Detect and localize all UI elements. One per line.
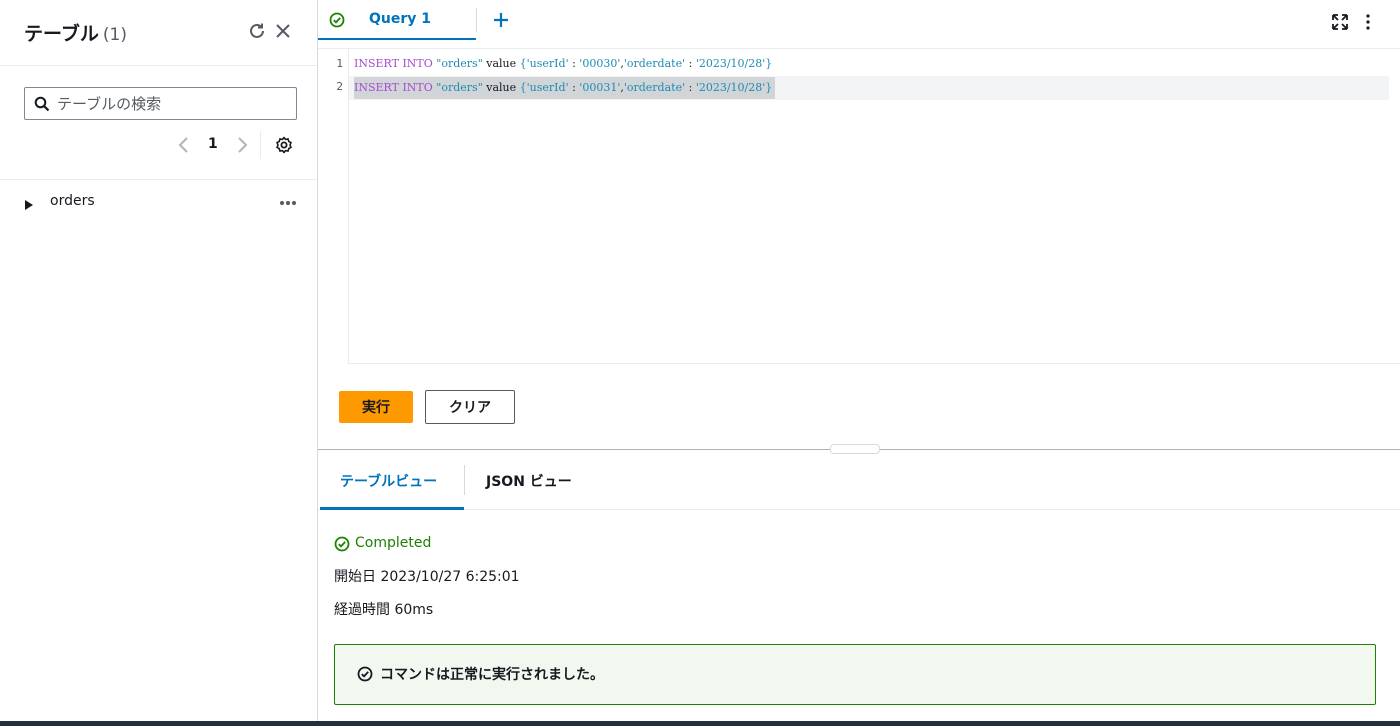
tab-table-view-label[interactable]: テーブルビュー xyxy=(340,471,437,491)
code-punct: } xyxy=(765,81,773,94)
code-string: 'userId' xyxy=(526,57,569,70)
code-string: 'orderdate' xyxy=(623,57,686,70)
code-keyword: INSERT INTO xyxy=(354,81,433,94)
tab-query-1[interactable]: Query 1 xyxy=(318,0,476,40)
start-time: 開始日 2023/10/27 6:25:01 xyxy=(334,569,520,585)
code-punct: } xyxy=(765,57,773,70)
code-string: '2023/10/28' xyxy=(695,57,766,70)
line-number-gutter: 1 2 xyxy=(318,49,349,364)
code-punct: { xyxy=(519,57,527,70)
editor-actions: 実行 クリア xyxy=(318,364,1400,450)
success-message: コマンドは正常に実行されました。 xyxy=(380,667,604,683)
code-string: 'userId' xyxy=(526,81,569,94)
divider xyxy=(0,179,317,180)
code-string: "orders" xyxy=(436,81,483,94)
page-number[interactable]: 1 xyxy=(208,136,218,152)
tables-panel-header: テーブル (1) xyxy=(0,0,317,66)
more-options-icon[interactable] xyxy=(278,195,298,209)
query-tab-bar: Query 1 xyxy=(318,0,1400,40)
add-tab-icon[interactable] xyxy=(492,11,510,29)
code-punct: : xyxy=(685,57,696,70)
status-text: Completed xyxy=(355,535,432,551)
code-string: "orders" xyxy=(436,57,483,70)
code-punct: { xyxy=(519,81,527,94)
table-search[interactable] xyxy=(24,87,297,120)
gear-icon[interactable] xyxy=(275,136,293,154)
code-keyword: INSERT INTO xyxy=(354,57,433,70)
tab-json-view[interactable]: JSON ビュー xyxy=(466,450,596,510)
tables-panel-title: テーブル (1) xyxy=(24,19,127,46)
search-icon xyxy=(34,96,50,112)
chevron-left-icon[interactable] xyxy=(176,136,192,154)
code-line[interactable]: INSERT INTO "orders" value {'userId' : '… xyxy=(354,53,772,75)
success-alert: コマンドは正常に実行されました。 xyxy=(334,644,1376,705)
table-name[interactable]: orders xyxy=(50,193,95,209)
fullscreen-icon[interactable] xyxy=(1332,14,1348,30)
code-string: '00030' xyxy=(579,57,621,70)
tab-json-view-label[interactable]: JSON ビュー xyxy=(486,471,572,491)
tables-title-text: テーブル xyxy=(24,23,99,45)
line-number: 2 xyxy=(336,80,343,93)
refresh-icon[interactable] xyxy=(246,20,268,42)
tables-count: (1) xyxy=(102,25,127,45)
run-button[interactable]: 実行 xyxy=(339,391,413,423)
caret-right-icon[interactable] xyxy=(24,196,34,210)
code-punct: : xyxy=(568,81,580,94)
code-string: '2023/10/28' xyxy=(695,81,766,94)
check-circle-icon xyxy=(334,536,350,552)
code-punct: : xyxy=(685,81,696,94)
query-editor[interactable]: 1 2 INSERT INTO "orders" value {'userId'… xyxy=(318,48,1400,364)
tables-panel: テーブル(1) 1 orders xyxy=(0,0,318,726)
code-string: 'orderdate' xyxy=(623,81,686,94)
tab-divider xyxy=(464,465,465,495)
table-list-item[interactable]: orders xyxy=(0,188,317,216)
vertical-dots-icon[interactable] xyxy=(1364,13,1372,31)
elapsed-time: 経過時間 60ms xyxy=(334,602,434,618)
pager-divider xyxy=(260,131,261,159)
check-circle-icon xyxy=(329,12,345,28)
bottom-bar xyxy=(0,721,1400,726)
check-circle-icon xyxy=(357,666,373,682)
pagination: 1 xyxy=(170,131,300,159)
tab-table-view[interactable]: テーブルビュー xyxy=(320,450,464,510)
code-line-selected[interactable]: INSERT INTO "orders" value {'userId' : '… xyxy=(354,77,776,99)
code-string: '00031' xyxy=(579,81,621,94)
code-punct: : xyxy=(568,57,580,70)
search-input[interactable] xyxy=(57,92,289,116)
close-icon[interactable] xyxy=(272,20,294,42)
clear-button[interactable]: クリア xyxy=(425,390,515,424)
line-number: 1 xyxy=(336,57,343,70)
code-keyword: value xyxy=(486,81,517,94)
tab-label[interactable]: Query 1 xyxy=(369,11,431,27)
code-keyword: value xyxy=(486,57,517,70)
chevron-right-icon[interactable] xyxy=(234,136,250,154)
result-tabs: テーブルビュー JSON ビュー xyxy=(318,450,1400,510)
tab-divider xyxy=(476,8,477,32)
